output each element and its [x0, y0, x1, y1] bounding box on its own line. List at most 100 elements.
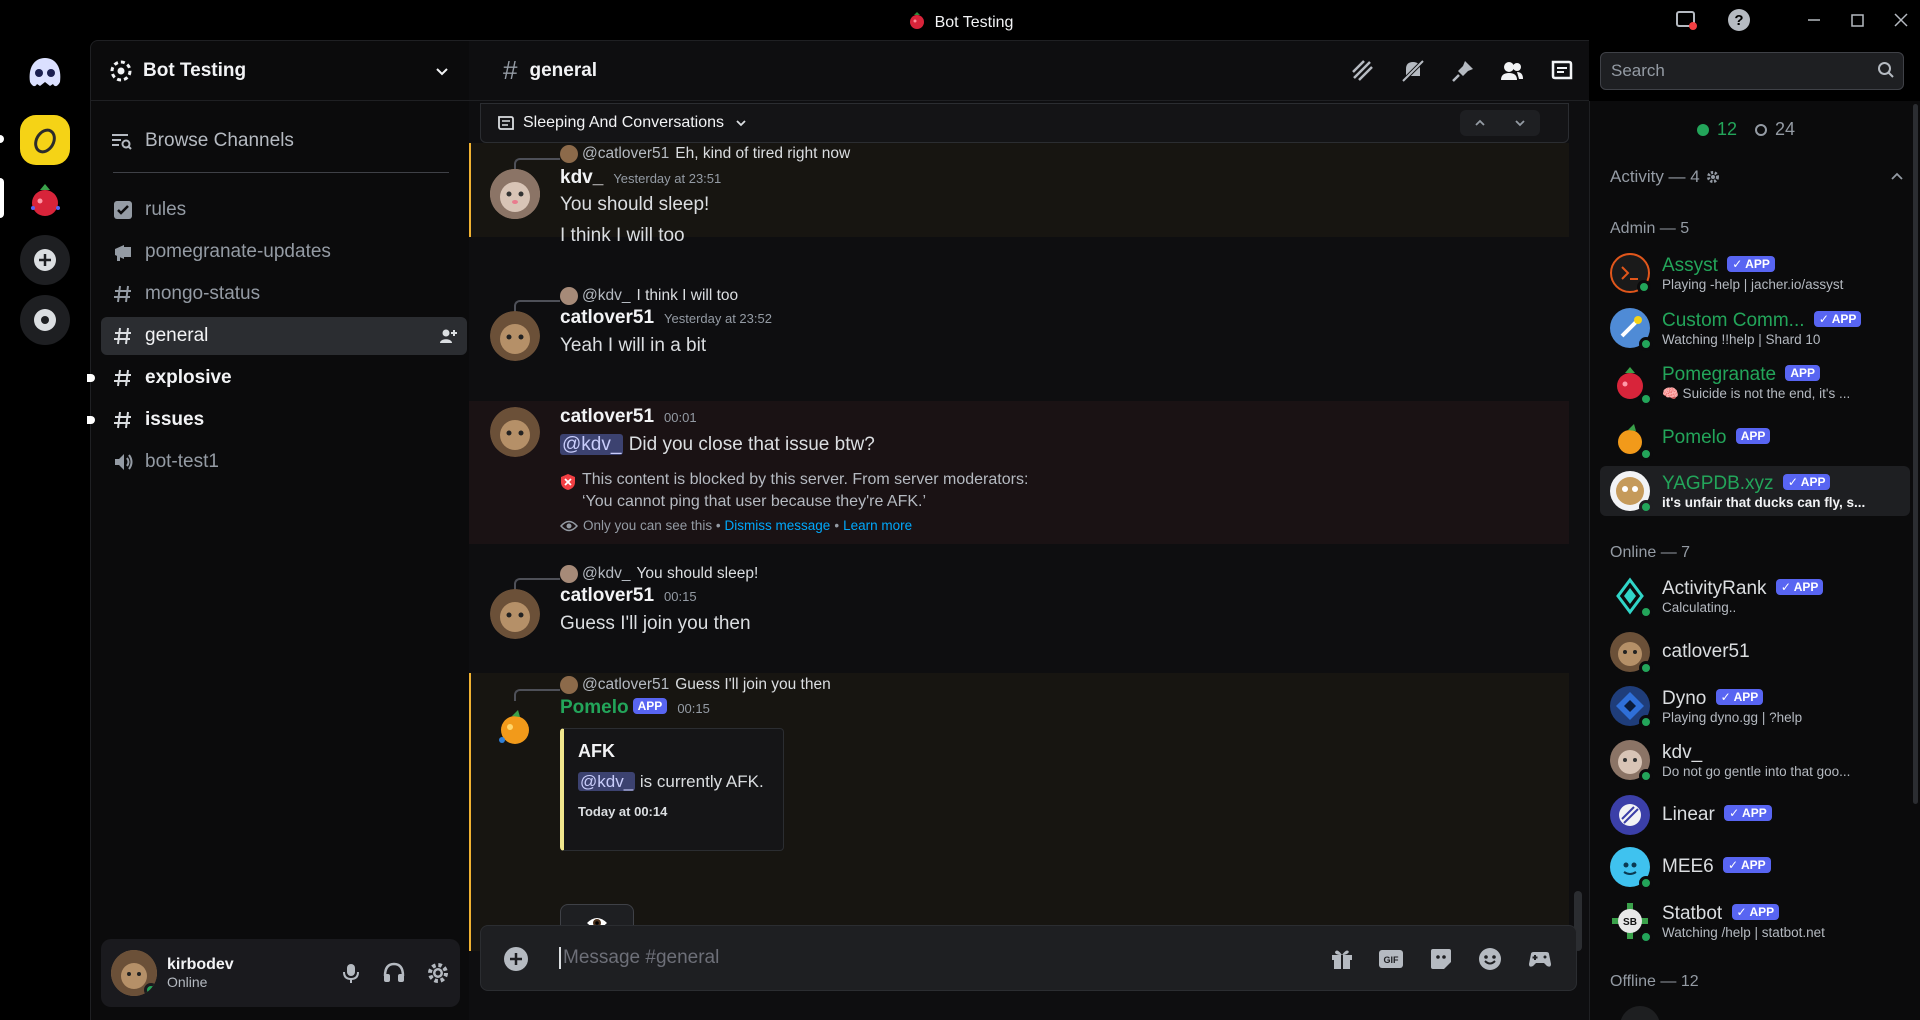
reply-avatar [560, 145, 578, 163]
reply-avatar [560, 287, 578, 305]
online-count: 12 [1717, 119, 1738, 139]
add-server-button[interactable] [20, 235, 70, 285]
search-input[interactable]: Search [1600, 52, 1904, 90]
user-mention[interactable]: @kdv_ [578, 772, 636, 791]
member-list-scrollbar[interactable] [1913, 104, 1918, 804]
sticker-icon[interactable] [1428, 946, 1454, 972]
pin-icon[interactable] [1450, 58, 1476, 84]
thread-bar[interactable]: Sleeping And Conversations [480, 103, 1569, 143]
message-timestamp: Yesterday at 23:52 [664, 311, 772, 326]
message-author[interactable]: catlover51 00:15 [560, 585, 697, 607]
reply-author: @kdv_ [582, 287, 631, 304]
member-list-icon[interactable] [1499, 58, 1525, 84]
activities-icon[interactable] [1527, 946, 1553, 972]
message-author[interactable]: catlover51 Yesterday at 23:52 [560, 307, 772, 329]
reply-connector [514, 158, 560, 170]
gif-icon[interactable]: GIF [1378, 946, 1404, 972]
message-author[interactable]: kdv_ Yesterday at 23:51 [560, 167, 721, 189]
user-settings-icon[interactable] [426, 961, 450, 985]
channel-item-bot-test1[interactable]: bot-test1 [101, 443, 467, 481]
member-catlover51[interactable]: catlover51 [1600, 627, 1910, 677]
reply-avatar [560, 676, 578, 694]
reply-preview[interactable]: @catlover51 Guess I'll join you then [560, 674, 831, 696]
learn-more-link[interactable]: Learn more [843, 518, 912, 533]
browse-channels-button[interactable]: Browse Channels [109, 125, 451, 157]
member-activity: it's unfair that ducks can fly, s... [1662, 494, 1866, 510]
message-avatar[interactable] [490, 407, 540, 457]
message-avatar[interactable] [490, 311, 540, 361]
user-avatar[interactable] [111, 950, 157, 996]
maximize-icon[interactable] [1845, 8, 1869, 32]
member-name: Assyst [1662, 254, 1718, 276]
channel-title: general [529, 59, 598, 81]
member-avatar [1610, 847, 1653, 890]
voice-icon [111, 451, 135, 473]
dismiss-message-link[interactable]: Dismiss message [725, 518, 831, 533]
channel-item-general[interactable]: general [101, 317, 467, 355]
chevron-up-icon[interactable] [1889, 169, 1905, 185]
message-text: You should sleep! [560, 194, 710, 215]
member-custom-commands[interactable]: Custom Comm... ✓ APP Watching !!help | Sh… [1600, 303, 1910, 353]
gear-icon[interactable] [1706, 170, 1720, 184]
guild-header[interactable]: Bot Testing [91, 41, 469, 101]
member-mee6[interactable]: MEE6 ✓ APP [1600, 842, 1910, 892]
activity-header[interactable]: Activity — 4 [1610, 167, 1905, 187]
online-status-dot [1639, 605, 1653, 619]
forum-icon[interactable] [1549, 58, 1575, 84]
app-badge: ✓ APP [1731, 903, 1780, 920]
announcement-icon [111, 241, 135, 263]
member-pomelo[interactable]: Pomelo APP [1600, 413, 1910, 463]
chevron-up-icon[interactable] [1460, 110, 1500, 136]
server-bot-testing[interactable] [20, 175, 70, 225]
chevron-down-icon[interactable] [734, 116, 748, 130]
channel-item-pomegranate-updates[interactable]: pomegranate-updates [101, 233, 467, 271]
chevron-down-icon[interactable] [433, 62, 451, 80]
notification-muted-icon[interactable] [1400, 58, 1426, 84]
gift-icon[interactable] [1329, 946, 1355, 972]
reply-preview[interactable]: @kdv_ You should sleep! [560, 563, 758, 585]
user-mention[interactable]: @kdv_ [560, 434, 624, 455]
message-text: I think I will too [560, 225, 685, 246]
member-linear[interactable]: Linear ✓ APP [1600, 790, 1910, 840]
channel-item-rules[interactable]: rules [101, 191, 467, 229]
member-kdv[interactable]: kdv_ Do not go gentle into that goo... [1600, 735, 1910, 785]
microphone-icon[interactable] [340, 962, 362, 984]
message-input[interactable]: Message #general [559, 947, 719, 969]
inbox-icon[interactable] [1674, 8, 1698, 32]
minimize-icon[interactable] [1802, 8, 1826, 32]
message-avatar[interactable] [490, 589, 540, 639]
reply-preview[interactable]: @kdv_ I think I will too [560, 285, 738, 307]
invite-icon[interactable] [439, 327, 457, 345]
app-badge: ✓ APP [1775, 578, 1824, 595]
member-activityrank[interactable]: ActivityRank ✓ APP Calculating.. [1600, 571, 1910, 621]
reply-author: @catlover51 [582, 145, 670, 162]
add-attachment-icon[interactable] [503, 946, 529, 972]
member-statbot[interactable]: SB Statbot ✓ APP Watching /help | statbot… [1600, 896, 1910, 946]
server-pomelo[interactable] [20, 115, 70, 165]
channel-item-issues[interactable]: issues [87, 401, 467, 439]
member-pomegranate[interactable]: Pomegranate APP 🧠 Suicide is not the end,… [1600, 358, 1910, 408]
member-assyst[interactable]: Assyst ✓ APP Playing -help | jacher.io/as… [1600, 248, 1910, 298]
home-button[interactable] [20, 48, 70, 98]
help-icon[interactable]: ? [1727, 8, 1751, 32]
reply-preview[interactable]: @catlover51 Eh, kind of tired right now [560, 143, 850, 165]
channel-item-explosive[interactable]: explosive [87, 359, 467, 397]
reply-text: You should sleep! [636, 565, 759, 582]
chevron-down-icon[interactable] [1500, 110, 1540, 136]
discover-button[interactable] [20, 295, 70, 345]
close-icon[interactable] [1889, 8, 1913, 32]
message-avatar[interactable] [490, 169, 540, 219]
member-yagpdb[interactable]: YAGPDB.xyz ✓ APP it's unfair that ducks c… [1600, 466, 1910, 516]
plus-icon [34, 249, 56, 271]
online-status-dot [1639, 930, 1653, 944]
activity-label: Activity — 4 [1610, 167, 1700, 186]
message-scrollbar[interactable] [1574, 143, 1582, 951]
channel-item-mongo-status[interactable]: mongo-status [101, 275, 467, 313]
message-author[interactable]: catlover51 00:01 [560, 406, 697, 428]
threads-icon[interactable] [1350, 58, 1376, 84]
message-author[interactable]: Pomelo APP 00:15 [560, 697, 710, 719]
bot-avatar[interactable] [490, 700, 540, 750]
headphones-icon[interactable] [382, 961, 406, 985]
member-dyno[interactable]: Dyno ✓ APP Playing dyno.gg | ?help [1600, 681, 1910, 731]
emoji-icon[interactable] [1477, 946, 1503, 972]
